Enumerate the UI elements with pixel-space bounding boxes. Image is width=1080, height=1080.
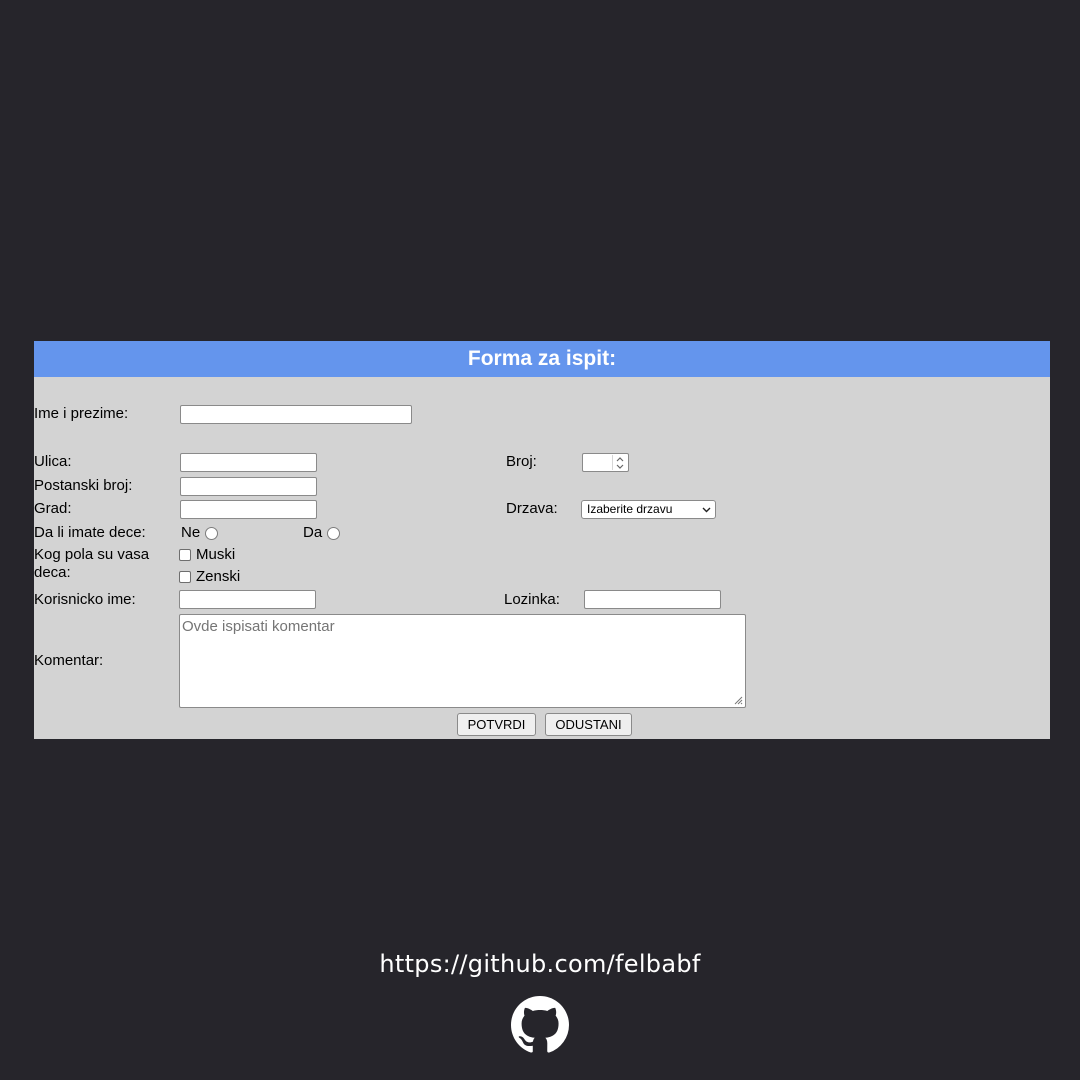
resize-handle-icon[interactable]: [733, 695, 743, 705]
country-label: Drzava:: [506, 500, 558, 517]
country-select-value: Izaberite drzavu: [587, 502, 673, 516]
chevron-down-icon: [702, 507, 711, 513]
street-input[interactable]: [180, 453, 317, 472]
exam-form: Forma za ispit: Ime i prezime: Ulica: Br…: [34, 341, 1050, 739]
postal-code-input[interactable]: [180, 477, 317, 496]
username-label: Korisnicko ime:: [34, 591, 136, 608]
city-input[interactable]: [180, 500, 317, 519]
form-title: Forma za ispit:: [34, 341, 1050, 377]
children-no-radio[interactable]: [205, 527, 218, 540]
password-label: Lozinka:: [504, 591, 560, 608]
street-label: Ulica:: [34, 453, 72, 470]
male-option-label: Muski: [196, 546, 236, 563]
male-checkbox[interactable]: [179, 549, 191, 561]
female-option-label: Zenski: [196, 568, 241, 585]
comment-textarea[interactable]: Ovde ispisati komentar: [179, 614, 746, 708]
full-name-label: Ime i prezime:: [34, 405, 129, 422]
stepper-arrows-icon[interactable]: [612, 455, 627, 470]
full-name-input[interactable]: [180, 405, 412, 424]
country-select[interactable]: Izaberite drzavu: [581, 500, 716, 519]
github-icon[interactable]: [511, 996, 569, 1054]
comment-placeholder: Ovde ispisati komentar: [182, 618, 335, 635]
cancel-button[interactable]: ODUSTANI: [545, 713, 632, 736]
city-label: Grad:: [34, 500, 72, 517]
female-checkbox[interactable]: [179, 571, 191, 583]
github-link[interactable]: https://github.com/felbabf: [0, 950, 1080, 978]
username-input[interactable]: [179, 590, 316, 609]
children-option-yes-label: Da: [303, 524, 323, 541]
password-input[interactable]: [584, 590, 721, 609]
submit-button[interactable]: POTVRDI: [457, 713, 536, 736]
gender-label: Kog pola su vasa deca:: [34, 546, 150, 581]
number-label: Broj:: [506, 453, 537, 470]
children-yes-radio[interactable]: [327, 527, 340, 540]
children-label: Da li imate dece:: [34, 524, 146, 541]
comment-label: Komentar:: [34, 652, 104, 669]
postal-code-label: Postanski broj:: [34, 477, 133, 494]
children-option-no-label: Ne: [181, 524, 201, 541]
number-input[interactable]: [582, 453, 629, 472]
